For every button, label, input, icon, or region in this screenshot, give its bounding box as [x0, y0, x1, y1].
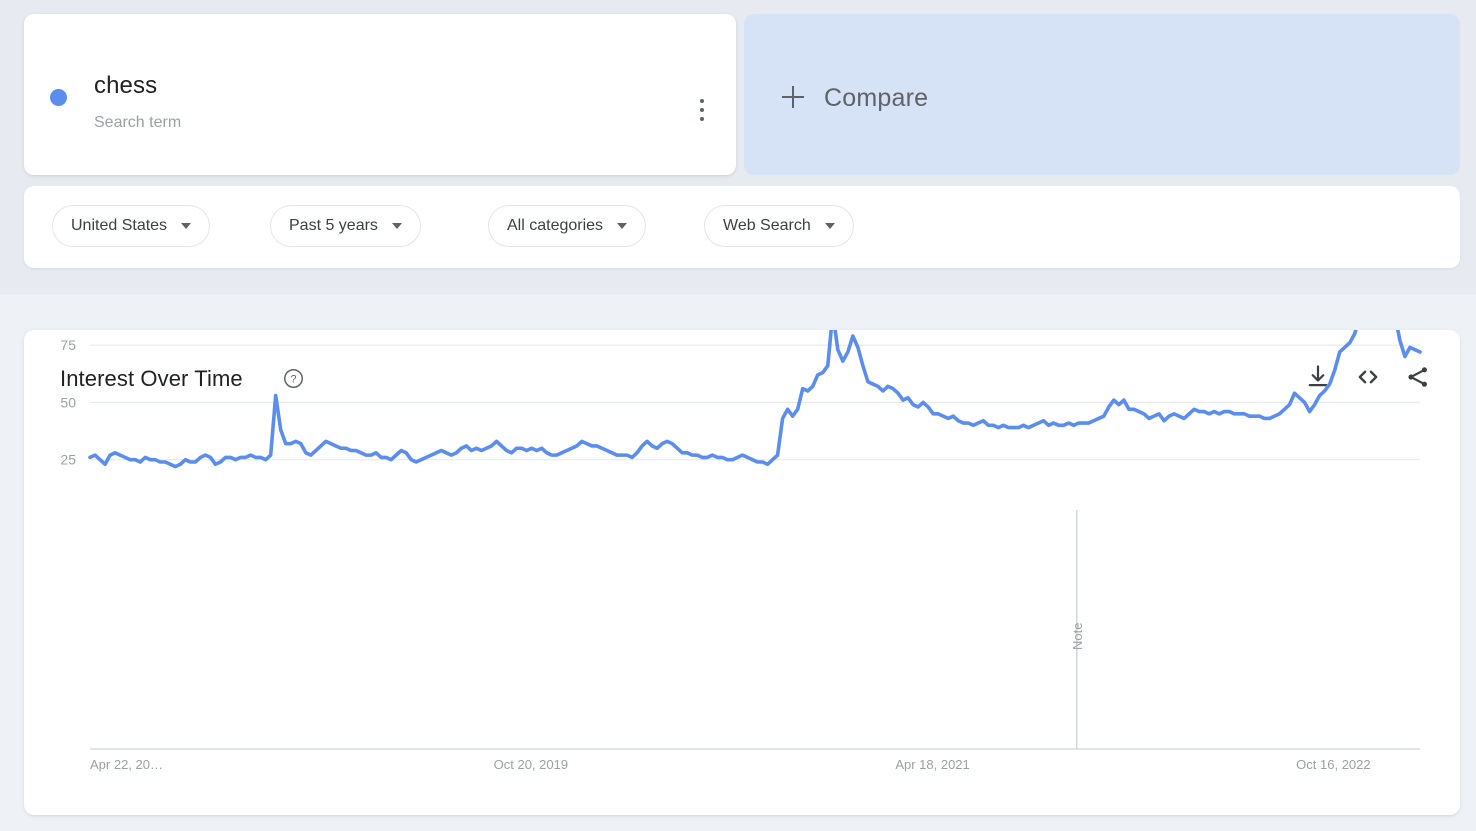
chevron-down-icon: [617, 223, 628, 229]
plus-icon: [782, 86, 804, 108]
svg-text:?: ?: [290, 374, 296, 386]
x-axis-tick-label: Oct 20, 2019: [494, 757, 568, 772]
embed-code-icon[interactable]: [1354, 363, 1382, 391]
chart-action-icons: [1304, 363, 1432, 391]
help-circle-icon[interactable]: ?: [283, 368, 304, 389]
y-axis-tick-label: 25: [60, 452, 76, 468]
filter-time-range-label: Past 5 years: [289, 217, 378, 234]
note-marker-label: Note: [1070, 623, 1085, 650]
search-term-type: Search term: [94, 114, 182, 131]
more-vert-icon[interactable]: [684, 82, 720, 138]
y-axis-tick-label: 75: [60, 337, 76, 353]
filters-bar: United States Past 5 years All categorie…: [24, 186, 1460, 268]
chevron-down-icon: [824, 223, 835, 229]
filter-category[interactable]: All categories: [488, 205, 647, 247]
compare-label: Compare: [824, 84, 929, 112]
trends-line-chart: 255075100Apr 22, 20…Oct 20, 2019Apr 18, …: [53, 280, 1422, 772]
series-color-dot: [50, 89, 67, 106]
y-axis-tick-label: 50: [60, 394, 76, 410]
filter-category-label: All categories: [507, 217, 604, 234]
filter-time-range[interactable]: Past 5 years: [270, 205, 421, 247]
series-line-chess: [88, 285, 1422, 469]
search-term-card[interactable]: chess Search term: [24, 14, 736, 175]
chart-plot-area: 255075100Apr 22, 20…Oct 20, 2019Apr 18, …: [24, 280, 1460, 815]
download-icon[interactable]: [1304, 363, 1332, 391]
interest-over-time-card: Interest Over Time ? 25 50 75 Apr 22, 20…: [24, 280, 1460, 815]
share-icon[interactable]: [1404, 363, 1432, 391]
filter-search-type-label: Web Search: [723, 217, 811, 234]
search-terms-row: chess Search term Compare: [24, 14, 1460, 175]
x-axis-tick-label: Apr 18, 2021: [895, 757, 969, 772]
chevron-down-icon: [181, 223, 192, 229]
filter-location[interactable]: United States: [52, 205, 211, 247]
filter-location-label: United States: [71, 217, 168, 234]
page-title: Interest Over Time: [60, 366, 243, 391]
x-axis-tick-label: Apr 22, 20…: [90, 757, 163, 772]
google-trends-page: chess Search term Compare United States …: [0, 0, 1476, 831]
filter-search-type[interactable]: Web Search: [704, 205, 854, 247]
chevron-down-icon: [391, 223, 402, 229]
compare-button[interactable]: Compare: [744, 14, 1460, 175]
search-term-label: chess: [94, 72, 158, 99]
x-axis-tick-label: Oct 16, 2022: [1296, 757, 1370, 772]
